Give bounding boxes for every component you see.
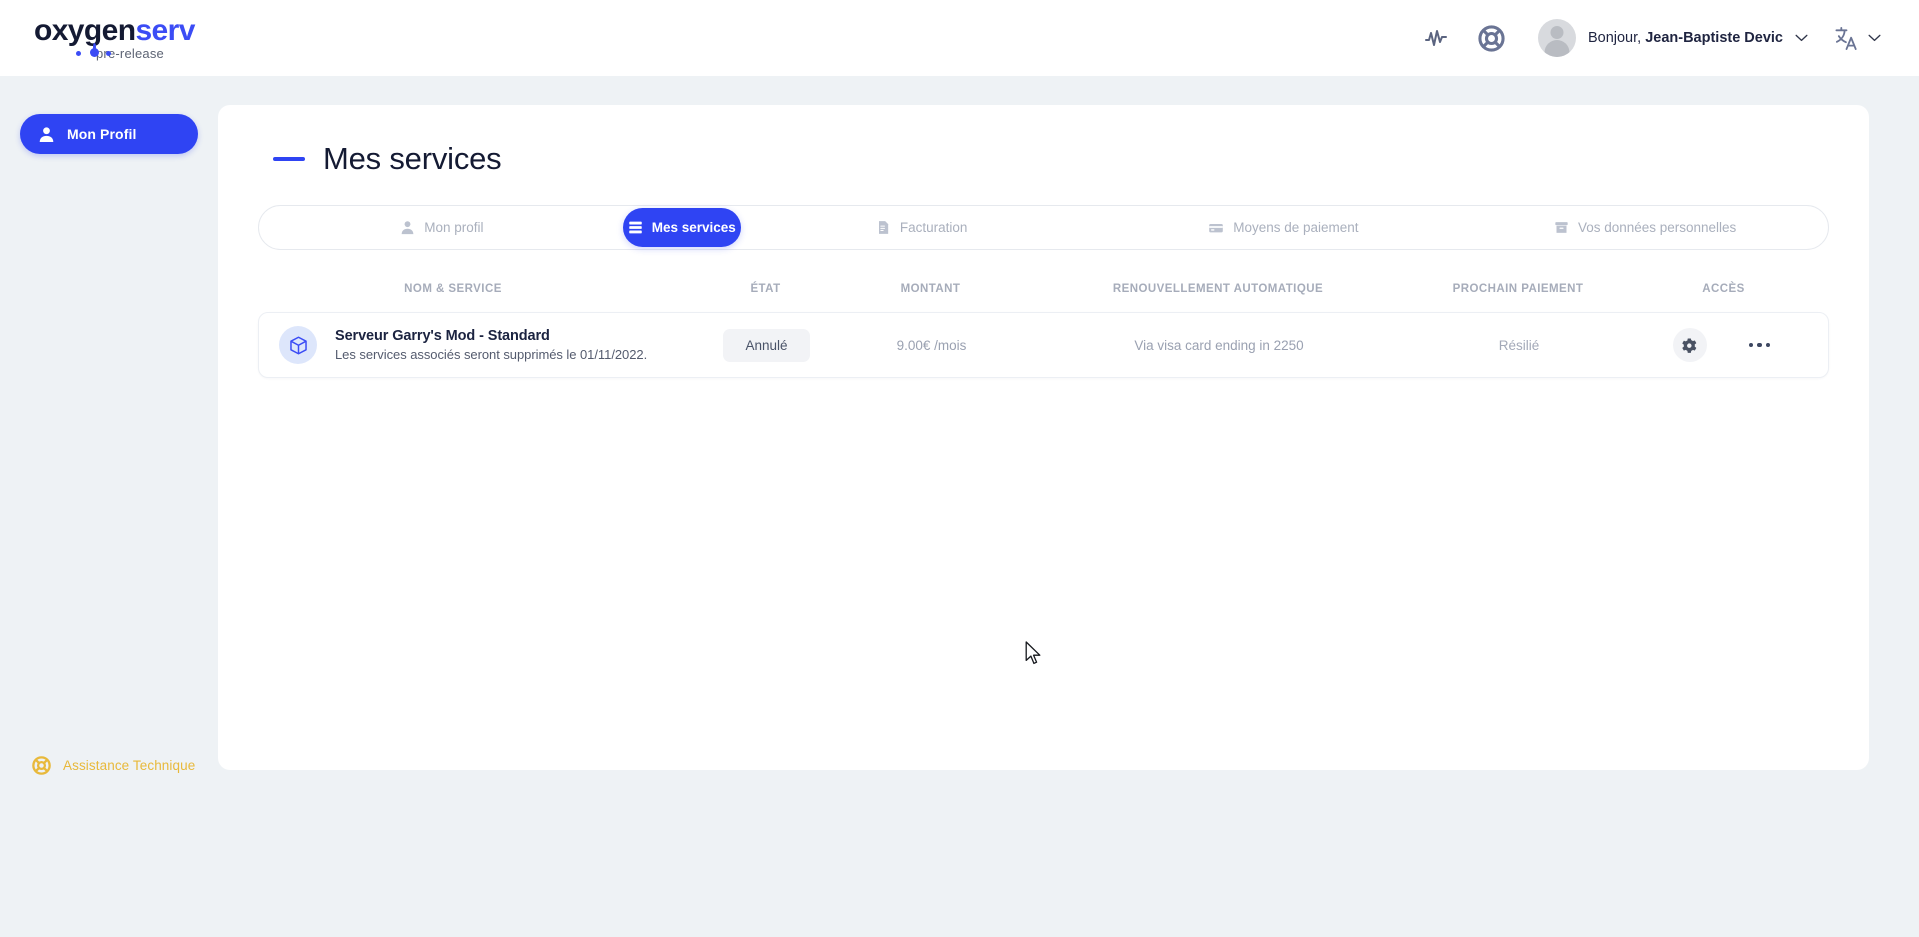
ellipsis-horizontal-icon[interactable]: [1745, 335, 1775, 356]
service-note: Les services associés seront supprimés l…: [335, 347, 648, 362]
chevron-down-icon: [1795, 34, 1808, 42]
amount-value: 9.00€ /mois: [896, 337, 967, 353]
tab-label: Mon profil: [424, 220, 484, 235]
brand-word-gen: gen: [83, 14, 136, 47]
page-title: Mes services: [323, 141, 502, 176]
greeting-word: Bonjour,: [1587, 30, 1642, 46]
sidebar-item-mon-profil[interactable]: Mon Profil: [20, 114, 198, 154]
page-layout: Mon Profil Assistance Technique Mes serv…: [0, 76, 1919, 937]
sidebar: Mon Profil Assistance Technique: [0, 76, 218, 937]
table-row[interactable]: Serveur Garry's Mod - Standard Les servi…: [258, 312, 1829, 378]
top-header: oxy gen serv pre-release Bonjour, Jean-Bapt…: [0, 0, 1919, 76]
main-content: Mes services Mon profil Mes services Fac…: [218, 76, 1919, 937]
brand-wordmark: oxy gen serv: [34, 16, 195, 46]
assistance-technique-link[interactable]: Assistance Technique: [32, 756, 195, 775]
sidebar-item-label: Mon Profil: [67, 126, 137, 142]
person-icon: [401, 221, 414, 235]
user-name: Jean-Baptiste Devic: [1645, 30, 1783, 46]
server-stack-icon: [628, 221, 642, 234]
tab-moyens-de-paiement[interactable]: Moyens de paiement: [1103, 208, 1465, 247]
cube-box-icon: [279, 326, 317, 364]
tab-mes-services[interactable]: Mes services: [622, 208, 741, 247]
tab-mon-profil[interactable]: Mon profil: [261, 208, 623, 247]
tab-label: Facturation: [899, 220, 968, 235]
column-header-renewal: RENOUVELLEMENT AUTOMATIQUE: [1112, 283, 1324, 295]
status-badge[interactable]: Annulé: [723, 328, 810, 362]
table-header-row: NOM & SERVICE ÉTAT MONTANT RENOUVELLEMEN…: [258, 272, 1829, 306]
column-header-next-payment: PROCHAIN PAIEMENT: [1452, 283, 1584, 295]
tab-facturation[interactable]: Facturation: [741, 208, 1103, 247]
assistance-technique-label: Assistance Technique: [63, 758, 196, 773]
content-card: Mes services Mon profil Mes services Fac…: [218, 105, 1869, 770]
service-name: Serveur Garry's Mod - Standard: [335, 328, 550, 344]
title-accent-dash: [273, 157, 305, 161]
greeting-text: Bonjour, Jean-Baptiste Devic: [1588, 30, 1783, 46]
brand-word-serv: serv: [135, 14, 195, 47]
cell-renewal: Via visa card ending in 2250: [1019, 338, 1419, 353]
brand-logo[interactable]: oxy gen serv pre-release: [34, 16, 195, 61]
column-header-access: ACCÈS: [1702, 283, 1745, 295]
language-selector[interactable]: [1818, 26, 1895, 51]
lifebuoy-icon: [32, 756, 51, 775]
tab-label: Mes services: [651, 220, 736, 235]
brand-word-oxy: oxy: [34, 14, 85, 47]
tab-label: Moyens de paiement: [1233, 220, 1359, 235]
tab-vos-donnees-personnelles[interactable]: Vos données personnelles: [1464, 208, 1826, 247]
cell-next-payment: Résilié: [1419, 338, 1619, 353]
next-payment-value: Résilié: [1498, 337, 1540, 353]
cell-access: [1619, 328, 1828, 362]
page-title-row: Mes services: [258, 141, 1829, 177]
tab-label: Vos données personnelles: [1577, 220, 1737, 235]
person-icon: [39, 126, 54, 142]
tab-bar: Mon profil Mes services Facturation Moye…: [258, 205, 1829, 250]
column-header-name: NOM & SERVICE: [404, 283, 502, 295]
header-actions: Bonjour, Jean-Baptiste Devic: [1408, 10, 1895, 66]
cell-service: Serveur Garry's Mod - Standard Les servi…: [259, 326, 689, 364]
chevron-down-icon: [1868, 34, 1881, 42]
services-table: NOM & SERVICE ÉTAT MONTANT RENOUVELLEMEN…: [258, 272, 1829, 378]
invoice-document-icon: [878, 221, 889, 234]
avatar: [1537, 19, 1576, 57]
activity-pulse-icon[interactable]: [1408, 10, 1464, 66]
brand-dots-decoration: [76, 43, 132, 61]
translate-icon: [1835, 26, 1857, 50]
cell-state: Annulé: [689, 328, 844, 362]
gear-icon[interactable]: [1672, 328, 1707, 362]
credit-card-icon: [1209, 223, 1224, 232]
column-header-amount: MONTANT: [900, 283, 961, 295]
renewal-value: Via visa card ending in 2250: [1134, 337, 1304, 353]
user-account-menu[interactable]: Bonjour, Jean-Baptiste Devic: [1520, 19, 1818, 57]
column-header-state: ÉTAT: [750, 283, 781, 295]
lifebuoy-icon[interactable]: [1464, 10, 1520, 66]
cell-amount: 9.00€ /mois: [844, 338, 1019, 353]
archive-box-icon: [1555, 222, 1568, 233]
